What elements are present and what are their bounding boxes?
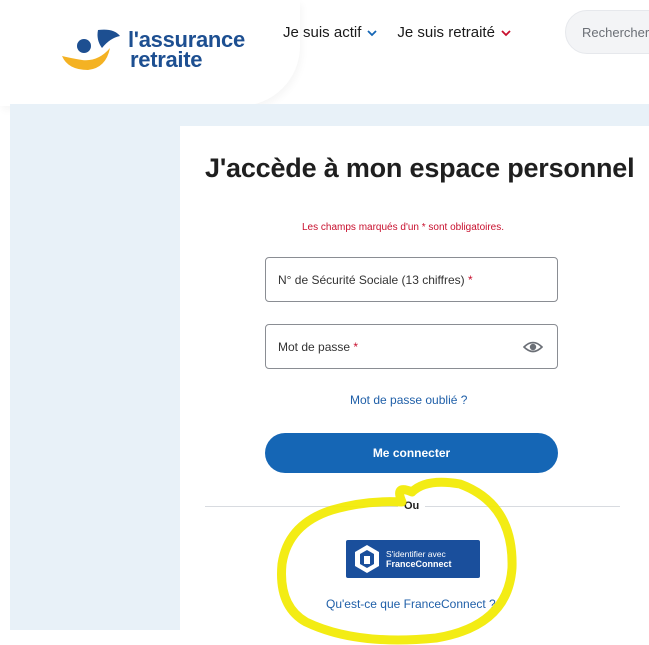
franceconnect-line-1: S'identifier avec (386, 549, 446, 559)
required-asterisk: * (353, 339, 359, 354)
franceconnect-logo-icon (355, 545, 379, 573)
search-input[interactable] (580, 23, 649, 41)
logo-line-2: retraite (130, 47, 203, 72)
franceconnect-info-link[interactable]: Qu'est-ce que FranceConnect ? (326, 597, 496, 611)
ssn-field[interactable]: N° de Sécurité Sociale (13 chiffres) * (265, 257, 558, 302)
chevron-down-icon (367, 29, 378, 36)
nav-item-actif-label: Je suis actif (283, 24, 362, 41)
or-label: Ou (398, 500, 426, 512)
required-fields-note: Les champs marqués d'un * sont obligatoi… (302, 222, 505, 233)
logo-mark-icon (62, 29, 120, 70)
password-label-text: Mot de passe (278, 339, 351, 354)
logo-wordmark: l'assurance retraite (128, 29, 245, 72)
search-box[interactable] (565, 10, 649, 54)
chevron-down-icon (501, 29, 511, 36)
password-field-label: Mot de passe * (278, 340, 358, 354)
forgot-password-link[interactable]: Mot de passe oublié ? (350, 393, 467, 407)
ssn-label-text: N° de Sécurité Sociale (13 chiffres) (278, 272, 465, 287)
eye-icon[interactable] (523, 339, 543, 355)
ssn-field-label: N° de Sécurité Sociale (13 chiffres) * (278, 273, 473, 287)
connect-button[interactable]: Me connecter (265, 433, 558, 473)
nav-item-actif[interactable]: Je suis actif (283, 24, 378, 41)
nav-item-retraite-label: Je suis retraité (397, 24, 495, 41)
required-asterisk: * (468, 272, 473, 287)
site-header: l'assurance retraite Je suis actif Je su… (0, 0, 649, 110)
page-title: J'accède à mon espace personnel (205, 153, 635, 183)
franceconnect-line-2: FranceConnect (386, 559, 452, 569)
site-logo[interactable]: l'assurance retraite (58, 26, 258, 76)
main-nav: Je suis actif Je suis retraité (283, 24, 511, 41)
password-field[interactable]: Mot de passe * (265, 324, 558, 369)
nav-item-retraite[interactable]: Je suis retraité (397, 24, 511, 41)
franceconnect-button[interactable]: S'identifier avec FranceConnect (346, 540, 480, 578)
franceconnect-button-text: S'identifier avec FranceConnect (386, 549, 452, 569)
